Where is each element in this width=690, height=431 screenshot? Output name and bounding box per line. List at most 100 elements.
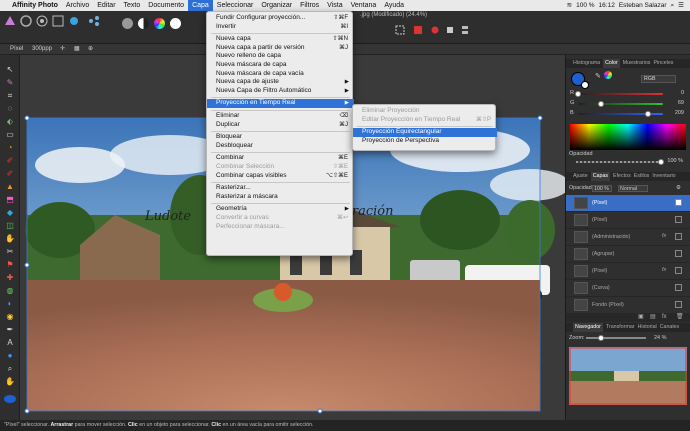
layer-settings-icon[interactable]: ⚙ <box>676 183 681 194</box>
color-slider-track[interactable] <box>578 93 663 95</box>
color-slider-knob[interactable] <box>597 101 604 107</box>
color-mode-select[interactable]: RGB <box>641 75 676 83</box>
menu-item[interactable]: Desbloquear <box>207 142 354 151</box>
export-persona-icon[interactable] <box>68 15 80 27</box>
menu-item[interactable]: Nueva máscara de capa <box>207 61 354 70</box>
folder-icon[interactable]: ▤ <box>650 313 656 322</box>
menubar-item-documento[interactable]: Documento <box>144 0 188 11</box>
brush-mode-icon[interactable] <box>430 25 440 35</box>
menubar-item-capa[interactable]: Capa <box>188 0 213 11</box>
menu-item[interactable]: Geometría ▶ <box>207 205 354 214</box>
user-name[interactable]: Esteban Salazar <box>619 0 667 11</box>
menu-list-icon[interactable]: ☰ <box>678 0 684 11</box>
panel-tab-pinceles[interactable]: Pinceles <box>653 59 673 68</box>
menubar-item-vista[interactable]: Vista <box>323 0 346 11</box>
opacity-slider[interactable] <box>576 161 661 163</box>
menu-item[interactable]: Rasterizar a máscara <box>207 193 354 202</box>
layer-row[interactable]: (Curva) <box>566 280 690 297</box>
navigator-preview[interactable] <box>569 347 687 405</box>
fill-tool-icon[interactable]: ◆ <box>4 208 16 218</box>
menu-item[interactable]: Nueva capa a partir de versión ⌘J <box>207 44 354 53</box>
panel-tab-ajuste[interactable]: Ajuste <box>573 172 588 181</box>
layers-opacity-value[interactable]: 100 % <box>592 185 612 192</box>
pen-tool-icon[interactable]: ✒ <box>4 325 16 335</box>
assistant-icon[interactable] <box>445 25 455 35</box>
menu-item[interactable]: Nueva máscara de capa vacía <box>207 70 354 79</box>
layer-row[interactable]: (Píxel) <box>566 212 690 229</box>
layer-visibility-checkbox[interactable] <box>675 233 682 240</box>
menu-item[interactable]: Combinar ⌘E <box>207 154 354 163</box>
auto-white-balance-icon[interactable] <box>170 18 181 29</box>
tone-mapping-persona-icon[interactable] <box>52 15 64 27</box>
menubar-item-archivo[interactable]: Archivo <box>62 0 93 11</box>
color-slider-track[interactable] <box>578 103 663 105</box>
paint-brush-tool-icon[interactable]: ✐ <box>4 156 16 166</box>
zoom-knob[interactable] <box>598 335 604 341</box>
selection-brush-tool-icon[interactable]: ◌ <box>4 104 16 114</box>
eyedropper-icon[interactable]: ✎ <box>595 72 601 80</box>
auto-levels-icon[interactable] <box>122 18 133 29</box>
menubar-item-texto[interactable]: Texto <box>120 0 145 11</box>
flood-select-tool-icon[interactable]: ⬖ <box>4 117 16 127</box>
menubar-item-seleccionar[interactable]: Seleccionar <box>213 0 258 11</box>
menu-item[interactable]: Invertir ⌘I <box>207 23 354 32</box>
wifi-icon[interactable]: ≋ <box>567 0 572 11</box>
layer-visibility-checkbox[interactable] <box>675 267 682 274</box>
fx-icon[interactable]: fx <box>662 313 667 322</box>
shape-tool-icon[interactable]: ● <box>4 351 16 361</box>
crop-tool-icon[interactable]: ⌗ <box>4 91 16 101</box>
delete-layer-icon[interactable]: 🗑 <box>676 313 684 322</box>
move-tool-icon[interactable]: ↖ <box>4 65 16 75</box>
menubar-item-ayuda[interactable]: Ayuda <box>380 0 408 11</box>
menubar-item-organizar[interactable]: Organizar <box>257 0 296 11</box>
menu-item[interactable]: Proyección en Tiempo Real ▶ <box>207 99 354 108</box>
layer-visibility-checkbox[interactable] <box>675 284 682 291</box>
secondary-color-swatch[interactable] <box>581 81 589 89</box>
color-spectrum[interactable] <box>570 124 686 150</box>
move-icon[interactable]: ✛ <box>60 44 65 55</box>
panel-tab-transformar[interactable]: Transformar <box>606 323 635 332</box>
panel-tab-canales[interactable]: Canales <box>660 323 679 332</box>
menu-item[interactable]: Duplicar ⌘J <box>207 121 354 130</box>
panel-tab-histograma[interactable]: Histograma <box>573 59 600 68</box>
layer-visibility-checkbox[interactable] <box>675 301 682 308</box>
color-wheel-icon[interactable] <box>604 71 612 79</box>
menu-item[interactable]: Proyección Equirectangular <box>353 128 497 137</box>
menu-item[interactable]: Nueva capa de ajuste ▶ <box>207 78 354 87</box>
color-slider-knob[interactable] <box>644 111 651 117</box>
layer-row[interactable]: Fondo (Píxel) <box>566 297 690 314</box>
primary-color-well[interactable] <box>4 395 16 403</box>
erase-tool-icon[interactable]: ⬒ <box>4 195 16 205</box>
panel-tab-efectos[interactable]: Efectos <box>613 172 631 181</box>
clone-tool-icon[interactable]: ⚑ <box>4 260 16 270</box>
panel-tab-muestrarios[interactable]: Muestrarios <box>623 59 651 68</box>
menu-item[interactable]: Bloquear <box>207 133 354 142</box>
zoom-tool-icon[interactable]: ⌕ <box>4 364 16 374</box>
menu-item[interactable]: Rasterizar... <box>207 184 354 193</box>
menubar-item-ventana[interactable]: Ventana <box>347 0 381 11</box>
menu-item[interactable]: Eliminar ⌫ <box>207 112 354 121</box>
zoom-slider[interactable] <box>586 337 646 339</box>
burn-tool-icon[interactable]: ✂ <box>4 247 16 257</box>
blend-mode-select[interactable]: Normal <box>618 185 648 192</box>
blemish-tool-icon[interactable]: ◐ <box>4 299 16 309</box>
layer-row[interactable]: (Agrupar) <box>566 246 690 263</box>
menu-item[interactable]: Nueva Capa de Filtro Automático ▶ <box>207 87 354 96</box>
color-replacement-tool-icon[interactable]: ✐ <box>4 169 16 179</box>
panel-tab-capas[interactable]: Capas <box>590 172 611 181</box>
auto-contrast-icon[interactable] <box>138 18 149 29</box>
menubar-item-affinity-photo[interactable]: Affinity Photo <box>8 0 62 11</box>
text-tool-icon[interactable]: A <box>4 338 16 348</box>
red-eye-tool-icon[interactable]: ◉ <box>4 312 16 322</box>
menu-item[interactable]: Proyección de Perspectiva <box>353 137 497 146</box>
pixel-tool-icon[interactable]: ▲ <box>4 182 16 192</box>
color-slider-knob[interactable] <box>575 91 581 97</box>
liquify-persona-icon[interactable] <box>20 15 32 27</box>
dpi-label[interactable]: 300ppp <box>32 44 52 55</box>
share-icon[interactable] <box>88 15 100 27</box>
layer-row[interactable]: (Píxel) fx <box>566 263 690 280</box>
snap-icon[interactable]: ⊕ <box>88 44 93 55</box>
grid-icon[interactable]: ▦ <box>74 44 80 55</box>
layer-visibility-checkbox[interactable] <box>675 199 682 206</box>
battery-text[interactable]: 100 % <box>576 0 594 11</box>
